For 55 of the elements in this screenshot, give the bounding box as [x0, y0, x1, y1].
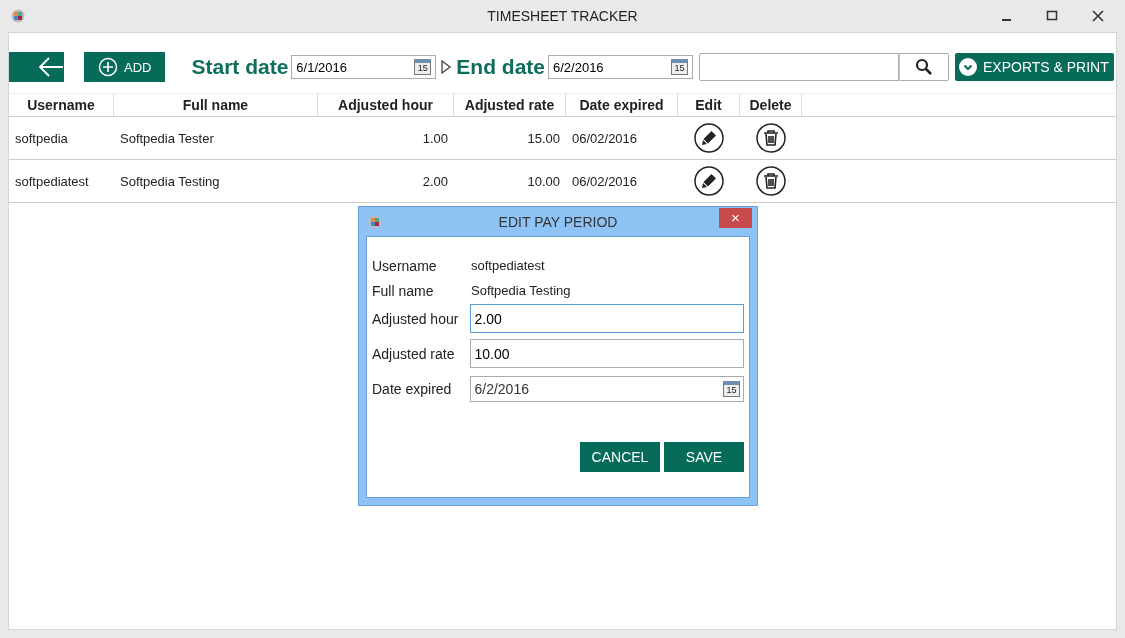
- close-button[interactable]: ×: [719, 207, 752, 228]
- start-date-field[interactable]: 6/1/2016 15: [291, 55, 437, 79]
- cancel-button[interactable]: CANCEL: [580, 442, 660, 472]
- column-header: Edit: [678, 94, 740, 116]
- table-cell-text: 15.00: [526, 130, 561, 146]
- search-field[interactable]: [699, 53, 899, 81]
- app-logo-icon: [368, 214, 382, 229]
- play-triangle-icon: [440, 59, 453, 75]
- trash-circle-icon[interactable]: [756, 166, 786, 196]
- trash-circle-icon[interactable]: [756, 123, 786, 153]
- add-button[interactable]: ADD: [84, 52, 166, 82]
- back-arrow-icon: [38, 56, 64, 78]
- field-label: Date expired: [372, 380, 453, 397]
- field-label: Username: [372, 257, 438, 274]
- table-cell-text: 06/02/2016: [571, 173, 639, 189]
- calendar-icon[interactable]: 15: [723, 380, 740, 397]
- window-title: TIMESHEET TRACKER: [487, 8, 638, 24]
- pencil-circle-icon[interactable]: [694, 123, 724, 153]
- chevron-circle-icon: [959, 58, 977, 76]
- search-button[interactable]: [899, 53, 949, 81]
- pencil-circle-icon[interactable]: [694, 166, 724, 196]
- table-cell-text: Softpedia Tester: [119, 130, 215, 146]
- search-icon: [915, 58, 933, 76]
- save-button[interactable]: SAVE: [664, 442, 744, 472]
- column-header: Delete: [740, 94, 802, 116]
- input-field[interactable]: 2.00: [470, 304, 744, 333]
- table-cell-text: 10.00: [526, 173, 561, 189]
- plus-circle-icon: [98, 57, 118, 77]
- input-field[interactable]: 10.00: [470, 339, 744, 368]
- table-cell-text: 2.00: [421, 173, 449, 189]
- table-cell-text: 06/02/2016: [571, 130, 639, 146]
- start-date-label: Start date: [191, 55, 289, 79]
- field-label: Full name: [372, 282, 435, 299]
- back-button[interactable]: [9, 52, 64, 82]
- table-cell-text: softpedia: [14, 130, 69, 146]
- column-header: Adjusted rate: [454, 94, 566, 116]
- column-header: Date expired: [566, 94, 678, 116]
- table-cell-text: 1.00: [421, 130, 449, 146]
- date-field[interactable]: 6/2/2016 15: [470, 375, 744, 402]
- field-label: Adjusted rate: [372, 345, 456, 362]
- end-date-field[interactable]: 6/2/2016 15: [548, 55, 693, 79]
- calendar-icon[interactable]: 15: [414, 59, 432, 75]
- dialog-title: EDIT PAY PERIOD: [498, 213, 618, 230]
- column-header: Full name: [114, 94, 318, 116]
- field-value: Softpedia Testing: [471, 283, 571, 298]
- end-date-label: End date: [456, 55, 545, 79]
- field-label: Adjusted hour: [372, 310, 460, 327]
- table-cell-text: Softpedia Testing: [119, 173, 221, 189]
- app-logo-icon: [11, 9, 25, 23]
- calendar-icon[interactable]: 15: [671, 59, 688, 75]
- table-cell-text: softpediatest: [14, 173, 90, 189]
- column-header: Adjusted hour: [318, 94, 454, 116]
- column-header: Username: [9, 94, 114, 116]
- exports-print-button[interactable]: EXPORTS & PRINT: [955, 53, 1114, 81]
- field-value: softpediatest: [471, 258, 545, 273]
